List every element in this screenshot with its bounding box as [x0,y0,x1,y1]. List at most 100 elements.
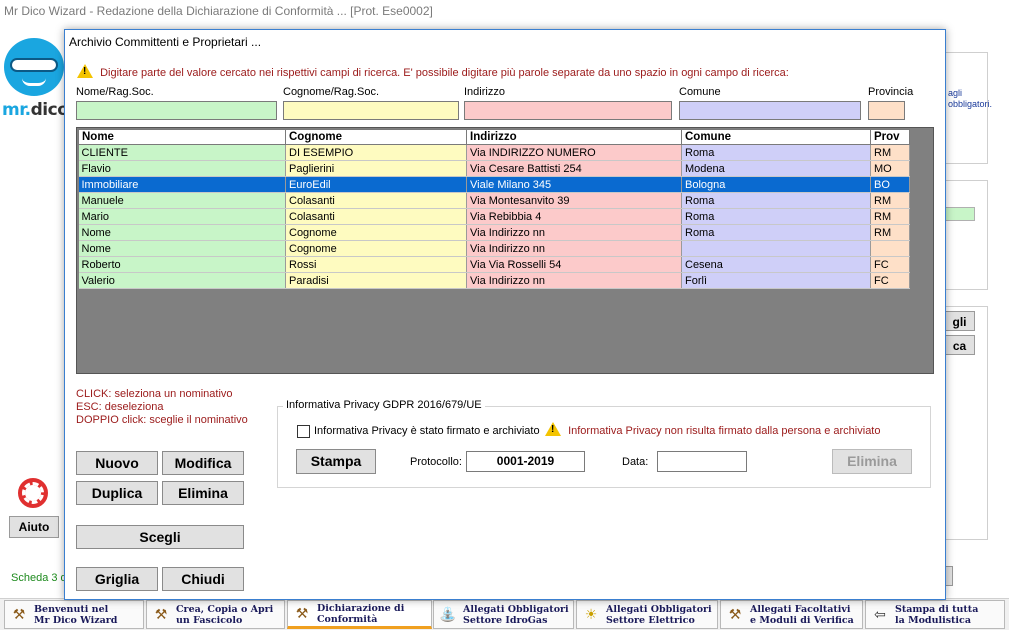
column-header-cognome[interactable]: Cognome [285,129,467,145]
step-elettrico[interactable]: ☀ Allegati Obbligatori Settore Elettrico [576,600,718,629]
modifica-button[interactable]: Modifica [162,451,244,475]
cell-comune[interactable]: Roma [681,144,871,161]
privacy-elimina-button[interactable]: Elimina [832,449,912,474]
table-row[interactable]: Mario Colasanti Via Rebibbia 4 Roma RM [78,208,910,225]
privacy-signed-checkbox[interactable] [297,425,310,438]
cell-prov[interactable]: FC [870,256,910,273]
column-header-indirizzo[interactable]: Indirizzo [466,129,682,145]
cell-indirizzo[interactable]: Via INDIRIZZO NUMERO [466,144,682,161]
griglia-button[interactable]: Griglia [76,567,158,591]
wizard-step-bar: ⚒ Benvenuti nel Mr Dico Wizard ⚒ Crea, C… [0,598,1009,630]
cell-cognome[interactable]: Cognome [285,240,467,257]
cell-cognome[interactable]: Colasanti [285,208,467,225]
hammer-icon: ⚒ [295,605,309,621]
table-row[interactable]: Nome Cognome Via Indirizzo nn [78,240,910,257]
cell-prov[interactable]: FC [870,272,910,289]
step-stampa[interactable]: ⇦ Stampa di tutta la Modulistica [865,600,1005,629]
cell-nome[interactable]: Flavio [78,160,286,177]
cell-comune[interactable]: Roma [681,208,871,225]
column-header-comune[interactable]: Comune [681,129,871,145]
comune-search-input[interactable] [679,101,861,120]
cell-comune[interactable]: Forlì [681,272,871,289]
cell-comune[interactable]: Bologna [681,176,871,193]
step-benvenuti[interactable]: ⚒ Benvenuti nel Mr Dico Wizard [4,600,144,629]
cell-nome[interactable]: Valerio [78,272,286,289]
step-crea-fascicolo[interactable]: ⚒ Crea, Copia o Apri un Fascicolo [146,600,285,629]
cell-cognome[interactable]: Paradisi [285,272,467,289]
cell-comune[interactable]: Roma [681,192,871,209]
provincia-search-input[interactable] [868,101,905,120]
cell-prov[interactable] [870,240,910,257]
table-row[interactable]: CLIENTE DI ESEMPIO Via INDIRIZZO NUMERO Rom… [78,144,910,161]
cell-prov[interactable]: RM [870,192,910,209]
cell-nome[interactable]: Manuele [78,192,286,209]
table-row[interactable]: Flavio Paglierini Via Cesare Battisti 254 M… [78,160,910,177]
cell-comune[interactable]: Roma [681,224,871,241]
cell-indirizzo[interactable]: Via Indirizzo nn [466,272,682,289]
indirizzo-search-input[interactable] [464,101,672,120]
help-button[interactable]: Aiuto [9,516,59,538]
cell-prov[interactable]: RM [870,224,910,241]
table-row[interactable]: Manuele Colasanti Via Montesanvito 39 Roma R… [78,192,910,209]
data-field[interactable] [657,451,747,472]
committenti-grid[interactable]: Nome Cognome Indirizzo Comune Prov CLIEN… [76,127,934,374]
table-row[interactable]: Valerio Paradisi Via Indirizzo nn Forlì FC [78,272,910,289]
cell-indirizzo[interactable]: Via Cesare Battisti 254 [466,160,682,177]
cell-cognome[interactable]: EuroEdil [285,176,467,193]
table-row[interactable]: Nome Cognome Via Indirizzo nn Roma RM [78,224,910,241]
hammer-icon: ⚒ [728,606,742,622]
cell-indirizzo[interactable]: Via Indirizzo nn [466,240,682,257]
stampa-button[interactable]: Stampa [296,449,376,474]
cell-nome[interactable]: Mario [78,208,286,225]
column-header-nome[interactable]: Nome [78,129,286,145]
cell-cognome[interactable]: Rossi [285,256,467,273]
background-cancella-button[interactable]: ca [944,335,975,355]
cell-comune[interactable] [681,240,871,257]
cell-prov[interactable]: RM [870,144,910,161]
privacy-group-title: Informativa Privacy GDPR 2016/679/UE [283,399,485,411]
cell-prov[interactable]: MO [870,160,910,177]
cell-comune[interactable]: Cesena [681,256,871,273]
cell-nome[interactable]: Immobiliare [78,176,286,193]
cell-nome[interactable]: Nome [78,240,286,257]
chiudi-button[interactable]: Chiudi [162,567,244,591]
cell-prov[interactable]: BO [870,176,910,193]
lifebuoy-icon[interactable] [18,478,48,508]
table-row[interactable]: Immobiliare EuroEdil Viale Milano 345 Bolog… [78,176,910,193]
column-header-prov[interactable]: Prov [870,129,910,145]
cell-nome[interactable]: Nome [78,224,286,241]
faucet-icon: ⛲ [439,606,457,622]
step-idrogas[interactable]: ⛲ Allegati Obbligatori Settore IdroGas [433,600,574,629]
elimina-button[interactable]: Elimina [162,481,244,505]
arrow-icon: ⇦ [874,606,886,622]
background-scegli-button[interactable]: gli [944,311,975,331]
nuovo-button[interactable]: Nuovo [76,451,158,475]
cell-indirizzo[interactable]: Via Montesanvito 39 [466,192,682,209]
step-facoltativi[interactable]: ⚒ Allegati Facoltativi e Moduli di Verif… [720,600,863,629]
cell-indirizzo[interactable]: Viale Milano 345 [466,176,682,193]
cell-nome[interactable]: Roberto [78,256,286,273]
privacy-signed-label[interactable]: Informativa Privacy è stato firmato e ar… [314,425,540,437]
cell-nome[interactable]: CLIENTE [78,144,286,161]
usage-hints: CLICK: seleziona un nominativo ESC: dese… [76,388,248,426]
duplica-button[interactable]: Duplica [76,481,158,505]
cell-comune[interactable]: Modena [681,160,871,177]
cell-indirizzo[interactable]: Via Indirizzo nn [466,224,682,241]
step-dichiarazione[interactable]: ⚒ Dichiarazione di Conformità [287,600,432,629]
hammer-icon: ⚒ [154,606,168,622]
nome-search-input[interactable] [76,101,277,120]
scegli-button[interactable]: Scegli [76,525,244,549]
cognome-search-input[interactable] [283,101,459,120]
cell-cognome[interactable]: Paglierini [285,160,467,177]
cell-prov[interactable]: RM [870,208,910,225]
cell-cognome[interactable]: Colasanti [285,192,467,209]
cell-cognome[interactable]: DI ESEMPIO [285,144,467,161]
cell-indirizzo[interactable]: Via Rebibbia 4 [466,208,682,225]
protocollo-field[interactable]: 0001-2019 [466,451,585,472]
cell-cognome[interactable]: Cognome [285,224,467,241]
cell-indirizzo[interactable]: Via Via Rosselli 54 [466,256,682,273]
hammer-icon: ⚒ [12,606,26,622]
background-green-field [944,207,975,221]
comune-filter-label: Comune [679,86,721,98]
table-row[interactable]: Roberto Rossi Via Via Rosselli 54 Cesena FC [78,256,910,273]
